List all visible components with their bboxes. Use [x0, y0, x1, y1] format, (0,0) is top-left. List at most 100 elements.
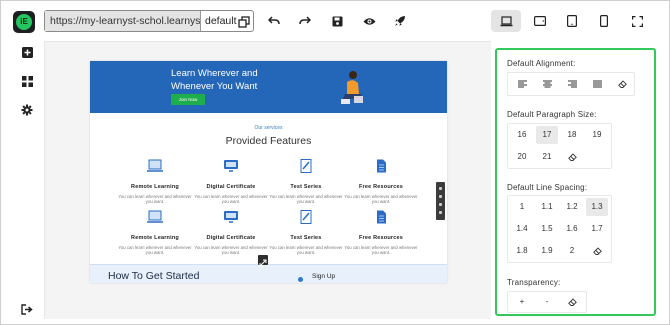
- save-icon[interactable]: [329, 13, 345, 29]
- line-spacing-option[interactable]: 1.8: [511, 242, 533, 260]
- eraser-icon: [592, 247, 602, 255]
- app-logo[interactable]: iE: [13, 11, 35, 33]
- feature-title: Digital Certificate: [206, 184, 256, 190]
- editor-canvas[interactable]: Learn Wherever and Whenever You Want Joi…: [44, 41, 491, 319]
- desktop-view-button[interactable]: [491, 10, 521, 32]
- align-right-icon: [567, 80, 577, 88]
- eraser-icon: [567, 153, 577, 161]
- step-label: Sign Up: [312, 273, 336, 280]
- move-handle-icon[interactable]: [439, 187, 442, 190]
- feature-card[interactable]: Digital Certificate You can learn wherev…: [192, 210, 270, 256]
- feature-desc: You can learn wherever and whenever you …: [344, 194, 418, 205]
- feature-card[interactable]: Test Series You can learn wherever and w…: [267, 159, 345, 205]
- paragraph-size-option[interactable]: 20: [511, 148, 533, 166]
- feature-desc: You can learn wherever and whenever you …: [269, 245, 343, 256]
- paragraph-size-group: 16 17 18 19 20 21: [507, 123, 612, 169]
- transparency-increase-button[interactable]: +: [511, 293, 533, 311]
- undo-icon[interactable]: [266, 13, 282, 29]
- mobile-icon: [600, 15, 608, 27]
- exit-icon[interactable]: [20, 302, 34, 316]
- hero-title[interactable]: Learn Wherever and Whenever You Want: [171, 67, 291, 93]
- feature-card[interactable]: Digital Certificate You can learn wherev…: [192, 159, 270, 205]
- align-justify-icon: [592, 80, 602, 88]
- drag-handle-icon[interactable]: [439, 203, 442, 206]
- eraser-icon: [567, 298, 577, 306]
- feature-desc: You can learn wherever and whenever you …: [194, 245, 268, 256]
- copy-icon[interactable]: [238, 15, 250, 33]
- feature-title: Test Series: [290, 235, 322, 241]
- preview-eye-icon[interactable]: [361, 13, 377, 29]
- paragraph-size-option[interactable]: 17: [536, 126, 558, 144]
- alignment-group: [507, 72, 635, 96]
- line-spacing-option[interactable]: 1.1: [536, 198, 558, 216]
- resize-handle-icon[interactable]: [258, 255, 268, 267]
- clear-size-button[interactable]: [561, 148, 583, 166]
- feature-card[interactable]: Remote Learning You can learn wherever a…: [116, 210, 194, 256]
- hero-illustration: [341, 71, 363, 104]
- typography-panel: Default Alignment: Default Paragraph Siz…: [495, 48, 656, 316]
- line-spacing-title: Default Line Spacing:: [507, 183, 588, 192]
- edit-handle-icon[interactable]: [439, 195, 442, 198]
- eraser-icon: [617, 80, 627, 88]
- line-spacing-group: 1 1.1 1.2 1.3 1.4 1.5 1.6 1.7 1.8 1.9 2: [507, 195, 612, 263]
- transparency-group: + -: [507, 291, 587, 313]
- site-url[interactable]: https://my-learnyst-schol.learnyst.site/: [45, 11, 201, 31]
- paragraph-size-option[interactable]: 18: [561, 126, 583, 144]
- line-spacing-option[interactable]: 1.9: [536, 242, 558, 260]
- mobile-view-button[interactable]: [589, 10, 619, 32]
- align-justify-button[interactable]: [586, 75, 608, 93]
- align-center-icon: [542, 80, 552, 88]
- feature-title: Test Series: [290, 184, 322, 190]
- tablet-view-button[interactable]: [557, 10, 587, 32]
- align-right-button[interactable]: [561, 75, 583, 93]
- line-spacing-option[interactable]: 1.4: [511, 220, 533, 238]
- line-spacing-option[interactable]: 1.2: [561, 198, 583, 216]
- version-label: default: [205, 15, 237, 27]
- services-label: Our services: [254, 125, 283, 131]
- clear-spacing-button[interactable]: [586, 242, 608, 260]
- settings-icon[interactable]: [20, 103, 34, 117]
- align-left-button[interactable]: [511, 75, 533, 93]
- top-toolbar: iE https://my-learnyst-schol.learnyst.si…: [1, 1, 670, 41]
- paragraph-size-option[interactable]: 19: [586, 126, 608, 144]
- publish-rocket-icon[interactable]: [392, 13, 408, 29]
- test-pen-icon: [300, 210, 312, 224]
- hero-join-button[interactable]: Join Now: [171, 94, 205, 105]
- align-left-icon: [517, 80, 527, 88]
- line-spacing-option[interactable]: 1.7: [586, 220, 608, 238]
- line-spacing-option[interactable]: 2: [561, 242, 583, 260]
- tablet-landscape-view-button[interactable]: [525, 10, 555, 32]
- desktop-icon: [500, 15, 512, 26]
- widgets-icon[interactable]: [20, 74, 34, 88]
- delete-handle-icon[interactable]: [439, 211, 442, 214]
- feature-desc: You can learn wherever and whenever you …: [194, 194, 268, 205]
- line-spacing-option[interactable]: 1.3: [586, 198, 608, 216]
- step-dot: [298, 277, 303, 282]
- site-url-bar[interactable]: https://my-learnyst-schol.learnyst.site/…: [44, 10, 254, 32]
- line-spacing-option[interactable]: 1.6: [561, 220, 583, 238]
- paragraph-size-option[interactable]: 21: [536, 148, 558, 166]
- editor-window: iE https://my-learnyst-schol.learnyst.si…: [0, 0, 670, 325]
- laptop-icon: [147, 159, 163, 172]
- redo-icon[interactable]: [297, 13, 313, 29]
- paragraph-size-option[interactable]: 16: [511, 126, 533, 144]
- transparency-decrease-button[interactable]: -: [536, 293, 558, 311]
- add-icon[interactable]: [20, 45, 34, 59]
- clear-alignment-button[interactable]: [611, 75, 633, 93]
- tablet-icon: [567, 15, 577, 27]
- feature-card[interactable]: Test Series You can learn wherever and w…: [267, 210, 345, 256]
- hero-banner[interactable]: Learn Wherever and Whenever You Want Joi…: [90, 61, 447, 113]
- line-spacing-option[interactable]: 1: [511, 198, 533, 216]
- tablet-landscape-icon: [534, 16, 546, 26]
- align-center-button[interactable]: [536, 75, 558, 93]
- fullscreen-button[interactable]: [622, 10, 652, 32]
- feature-card[interactable]: Free Resources You can learn wherever an…: [342, 159, 420, 205]
- page-preview[interactable]: Learn Wherever and Whenever You Want Joi…: [90, 61, 447, 283]
- clear-transparency-button[interactable]: [561, 293, 583, 311]
- get-started-section[interactable]: How To Get Started Sign Up: [90, 264, 447, 283]
- document-icon: [377, 210, 386, 224]
- element-tools[interactable]: [436, 182, 445, 220]
- line-spacing-option[interactable]: 1.5: [536, 220, 558, 238]
- feature-card[interactable]: Free Resources You can learn wherever an…: [342, 210, 420, 256]
- feature-card[interactable]: Remote Learning You can learn wherever a…: [116, 159, 194, 205]
